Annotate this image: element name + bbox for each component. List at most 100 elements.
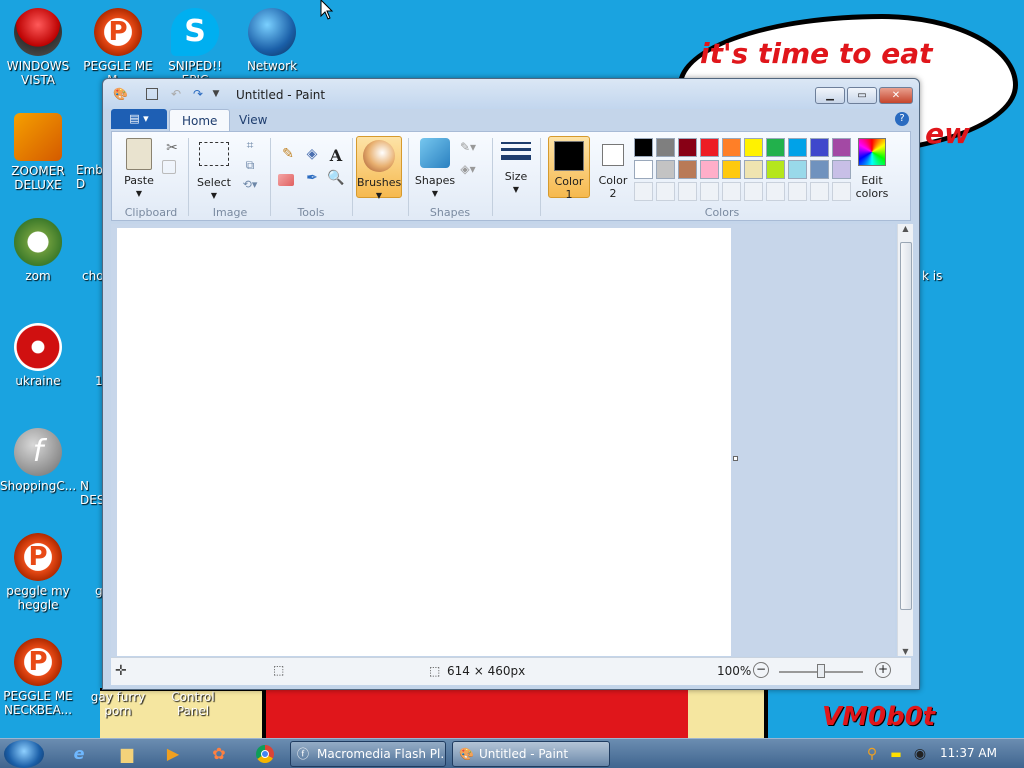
palette-swatch[interactable]: [656, 160, 675, 179]
group-separator: [188, 138, 189, 216]
palette-swatch[interactable]: [700, 160, 719, 179]
chrome-icon[interactable]: [248, 742, 282, 766]
eraser-icon[interactable]: [278, 174, 294, 186]
desktop-icon-peggle-my-heggle[interactable]: P peggle my heggle: [0, 533, 76, 612]
close-button[interactable]: ✕: [879, 87, 913, 104]
palette-empty-slot[interactable]: [744, 182, 763, 201]
task-paint[interactable]: 🎨 Untitled - Paint: [452, 741, 610, 767]
shapes-button[interactable]: Shapes ▼: [412, 138, 458, 200]
copy-icon[interactable]: [162, 160, 176, 174]
desktop-icon-windows-vista[interactable]: WINDOWS VISTA: [0, 8, 76, 87]
brushes-button[interactable]: Brushes ▼: [356, 136, 402, 200]
palette-empty-slot[interactable]: [634, 182, 653, 201]
outline-icon[interactable]: ✎▾: [458, 140, 478, 160]
text-tool-icon[interactable]: A: [326, 146, 346, 166]
rotate-icon[interactable]: ⟲▾: [240, 178, 260, 198]
resize-icon[interactable]: ⧉: [240, 158, 260, 178]
clock[interactable]: 11:37 AM: [940, 746, 997, 760]
desktop-icon-shopping[interactable]: f ShoppingC...: [0, 428, 76, 493]
save-icon[interactable]: [146, 88, 158, 100]
desktop-icon-label: ukraine: [15, 374, 61, 388]
flag-tray-icon[interactable]: ▬: [886, 742, 906, 766]
media-player-icon[interactable]: ▶: [156, 742, 190, 766]
desktop-icon-ukraine[interactable]: ukraine: [0, 323, 76, 388]
crop-icon[interactable]: ⌗: [240, 138, 260, 158]
file-explorer-icon[interactable]: ▆: [110, 742, 144, 766]
palette-swatch[interactable]: [832, 138, 851, 157]
minimize-button[interactable]: ▁: [815, 87, 845, 104]
zoom-in-button[interactable]: +: [875, 662, 891, 678]
palette-swatch[interactable]: [766, 160, 785, 179]
palette-swatch[interactable]: [832, 160, 851, 179]
palette-empty-slot[interactable]: [810, 182, 829, 201]
palette-swatch[interactable]: [678, 138, 697, 157]
redo-icon[interactable]: ↷: [191, 87, 205, 101]
internet-explorer-icon[interactable]: e: [62, 742, 96, 766]
palette-swatch[interactable]: [810, 160, 829, 179]
desktop-icon-peggle-me[interactable]: P PEGGLE ME M...: [80, 8, 156, 87]
size-button[interactable]: Size ▼: [498, 138, 534, 196]
desktop-icon-zom[interactable]: zom: [0, 218, 76, 283]
file-menu-button[interactable]: ▤ ▾: [111, 109, 167, 129]
paste-button[interactable]: Paste ▼: [122, 138, 156, 200]
color2-button[interactable]: Color 2: [592, 136, 634, 200]
palette-swatch[interactable]: [656, 138, 675, 157]
palette-swatch[interactable]: [744, 160, 763, 179]
palette-swatch[interactable]: [788, 138, 807, 157]
help-icon[interactable]: ?: [895, 112, 909, 126]
palette-swatch[interactable]: [722, 160, 741, 179]
desktop-icon-sniped[interactable]: S SNIPED!! EPIC: [157, 8, 233, 87]
palette-swatch[interactable]: [700, 138, 719, 157]
volume-tray-icon[interactable]: ◉: [910, 742, 930, 766]
palette-swatch[interactable]: [744, 138, 763, 157]
palette-swatch[interactable]: [634, 138, 653, 157]
color1-button[interactable]: Color 1: [548, 136, 590, 201]
cut-icon[interactable]: ✂: [162, 140, 182, 160]
fill-bucket-icon[interactable]: ◈: [302, 146, 322, 166]
undo-icon[interactable]: ↶: [169, 87, 183, 101]
paint-app-icon[interactable]: 🎨: [113, 87, 128, 101]
scroll-up-icon[interactable]: ▲: [898, 224, 913, 233]
desktop-icon-zoomer-deluxe[interactable]: ZOOMER DELUXE: [0, 113, 76, 192]
desktop-icon-bottom-1[interactable]: gay furry porn: [80, 690, 156, 718]
palette-swatch[interactable]: [810, 138, 829, 157]
fill-icon[interactable]: ◈▾: [458, 162, 478, 182]
palette-empty-slot[interactable]: [788, 182, 807, 201]
canvas-resize-handle[interactable]: [733, 456, 738, 461]
desktop-icon-control-panel[interactable]: Control Panel: [155, 690, 231, 718]
palette-empty-slot[interactable]: [700, 182, 719, 201]
zoom-slider-thumb[interactable]: [817, 664, 825, 678]
pencil-icon[interactable]: ✎: [278, 146, 298, 166]
desktop-icon-peggle-neckbeard[interactable]: P PEGGLE ME NECKBEA...: [0, 638, 76, 717]
search-tray-icon[interactable]: ⚲: [862, 742, 882, 766]
task-flash-player[interactable]: ⓕ Macromedia Flash Pl...: [290, 741, 446, 767]
palette-swatch[interactable]: [722, 138, 741, 157]
tab-home[interactable]: Home: [169, 109, 231, 131]
color1-label: Color: [554, 175, 584, 188]
select-button[interactable]: Select ▼: [194, 138, 234, 202]
start-button[interactable]: [4, 740, 44, 768]
palette-swatch[interactable]: [634, 160, 653, 179]
vertical-scrollbar[interactable]: ▲ ▼: [897, 224, 913, 656]
palette-empty-slot[interactable]: [722, 182, 741, 201]
palette-swatch[interactable]: [766, 138, 785, 157]
scrollbar-thumb[interactable]: [900, 242, 912, 610]
customize-quick-access-icon[interactable]: ▼: [209, 87, 223, 101]
desktop-icon-network[interactable]: Network: [234, 8, 310, 73]
zoom-out-button[interactable]: −: [753, 662, 769, 678]
palette-swatch[interactable]: [678, 160, 697, 179]
color-picker-icon[interactable]: ✒: [302, 170, 322, 190]
palette-empty-slot[interactable]: [832, 182, 851, 201]
palette-empty-slot[interactable]: [678, 182, 697, 201]
title-bar[interactable]: 🎨 ↶ ↷ ▼ Untitled - Paint ▁ ▭ ✕: [103, 79, 919, 109]
magnifier-icon[interactable]: 🔍: [326, 170, 346, 190]
tab-view[interactable]: View: [227, 109, 279, 131]
drawing-canvas[interactable]: [117, 228, 731, 656]
palette-empty-slot[interactable]: [656, 182, 675, 201]
edit-colors-button[interactable]: Edit colors: [852, 138, 892, 200]
app-icon[interactable]: ✿: [202, 742, 236, 766]
palette-empty-slot[interactable]: [766, 182, 785, 201]
maximize-button[interactable]: ▭: [847, 87, 877, 104]
scroll-down-icon[interactable]: ▼: [898, 647, 913, 656]
palette-swatch[interactable]: [788, 160, 807, 179]
